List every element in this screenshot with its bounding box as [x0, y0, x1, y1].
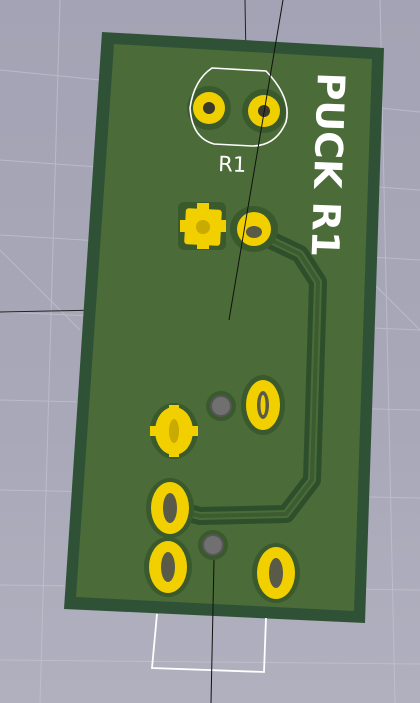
- connector-silkscreen-outline: [151, 613, 267, 673]
- oval-pad-icon[interactable]: [149, 541, 187, 593]
- 3d-viewer-canvas[interactable]: R1 PUCK R1: [0, 0, 420, 703]
- via-icon[interactable]: [206, 391, 236, 421]
- square-pad-icon[interactable]: [180, 203, 226, 249]
- via-icon[interactable]: [198, 530, 228, 560]
- pcb-render[interactable]: R1 PUCK R1: [0, 0, 420, 703]
- oval-pad-icon[interactable]: [151, 482, 189, 534]
- board-title-text: PUCK R1: [303, 72, 353, 258]
- oval-pad-icon[interactable]: [257, 547, 295, 599]
- oval-pad-icon[interactable]: [246, 380, 280, 430]
- r1-silkscreen-label: R1: [218, 152, 247, 177]
